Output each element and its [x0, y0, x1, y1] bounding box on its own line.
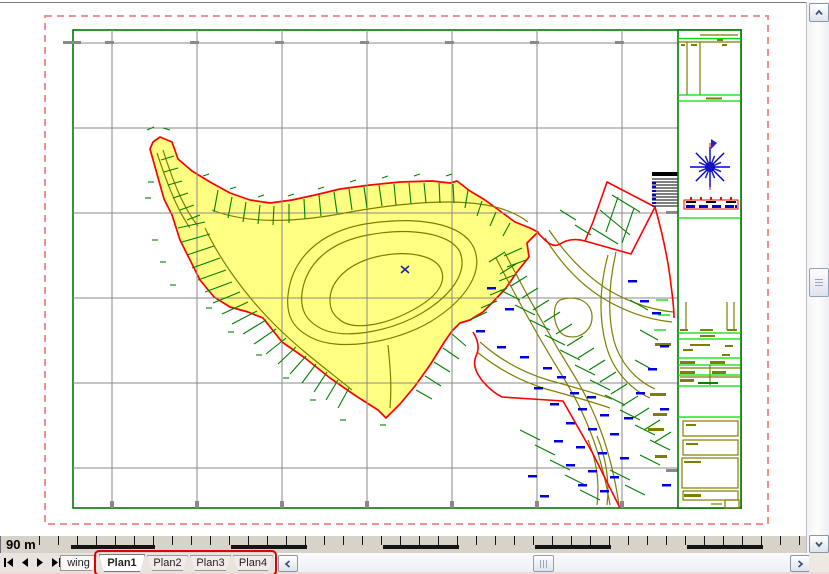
tab-nav-prev-button[interactable] — [18, 555, 31, 569]
drawing-viewport — [0, 0, 806, 536]
tab-nav-next-button[interactable] — [34, 555, 47, 569]
tab-drawing[interactable]: wing — [60, 555, 97, 571]
drawing-canvas[interactable] — [0, 0, 806, 536]
yellow-parcel-region — [150, 137, 538, 418]
lot-number-marks — [476, 280, 671, 498]
tab-nav-prev-icon — [19, 557, 30, 568]
scroll-up-icon — [814, 8, 824, 18]
scale-ruler: 90 m — [0, 536, 807, 553]
tab-nav-first-icon — [3, 557, 14, 568]
tab-plan3[interactable]: Plan3 — [190, 555, 231, 571]
tab-plan4[interactable]: Plan4 — [233, 555, 273, 571]
tab-nav-first-button[interactable] — [2, 555, 15, 569]
thumb-grip — [815, 282, 823, 283]
scroll-left-icon — [283, 559, 293, 569]
scroll-down-button[interactable] — [809, 535, 829, 553]
sheet-tab-bar: wing Plan1 Plan2 Plan3 Plan4 — [0, 553, 277, 572]
hatched-building-block — [652, 172, 680, 206]
thumb-grip — [543, 560, 544, 568]
tab-nav-next-icon — [35, 557, 46, 568]
scroll-right-icon — [795, 559, 805, 569]
scroll-down-icon — [814, 539, 824, 549]
tab-plan2[interactable]: Plan2 — [147, 555, 188, 571]
title-block — [678, 30, 741, 508]
vertical-scrollbar[interactable] — [806, 2, 829, 553]
scroll-left-button[interactable] — [278, 555, 298, 572]
cad-layout-window: 90 m — [0, 0, 829, 574]
canvas-top-border — [0, 2, 806, 3]
scroll-up-button[interactable] — [809, 3, 829, 22]
horizontal-scrollbar[interactable] — [277, 553, 809, 572]
vertical-scroll-thumb[interactable] — [809, 268, 829, 297]
horizontal-scroll-thumb[interactable] — [533, 555, 554, 572]
tab-nav-buttons — [2, 555, 63, 569]
scrollbar-corner — [809, 553, 829, 574]
scale-label: 90 m — [6, 537, 36, 552]
ruler-ticks — [39, 536, 807, 545]
tab-plan1[interactable]: Plan1 — [99, 554, 145, 572]
scroll-right-button[interactable] — [790, 555, 810, 572]
ruler-bars — [39, 545, 807, 549]
